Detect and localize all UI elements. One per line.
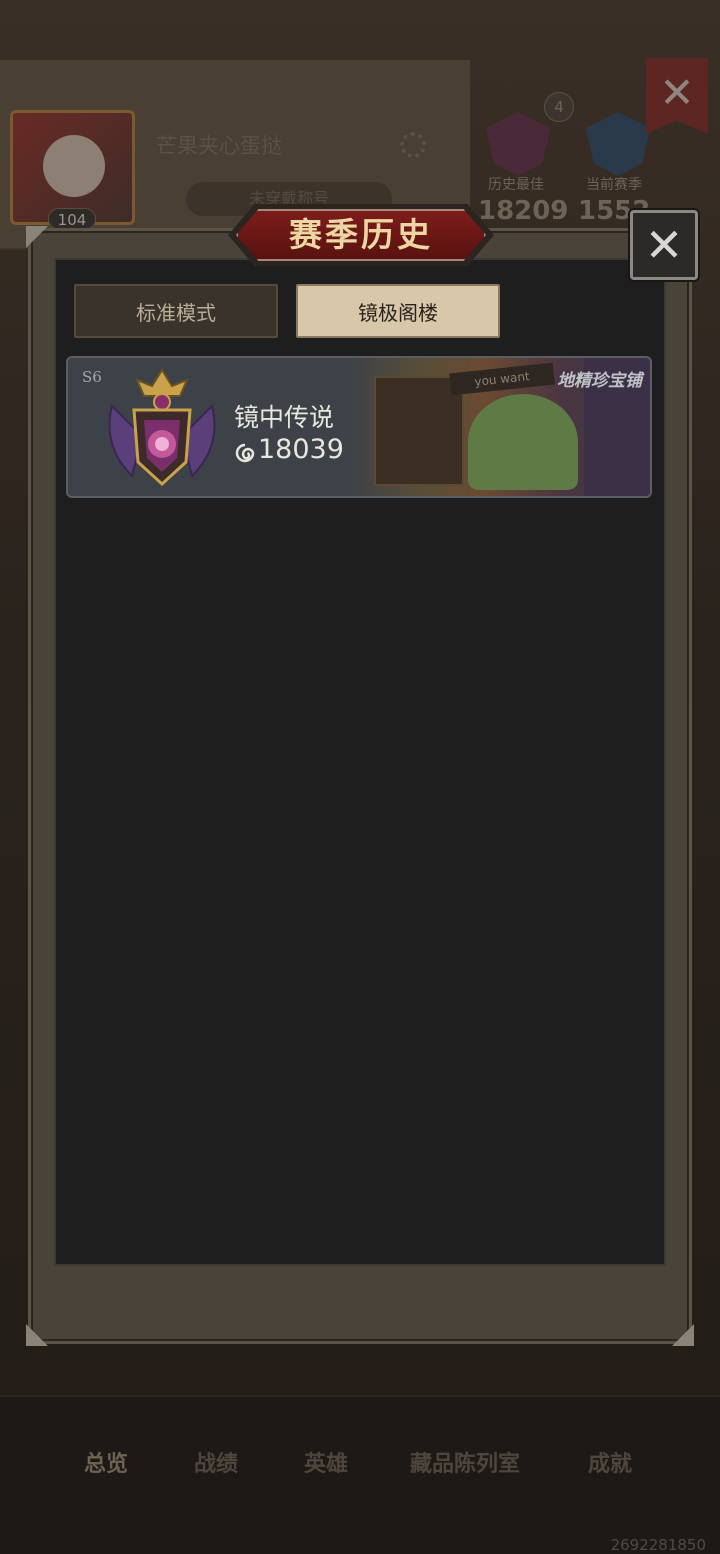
rank-name: 镜中传说 <box>234 403 335 432</box>
tab-overview: 总览 <box>84 1452 129 1477</box>
player-level: 104 <box>48 208 96 230</box>
profile-close-icon: ✕ <box>646 58 708 134</box>
tab-collection: 藏品陈列室 <box>410 1452 521 1477</box>
tab-records: 战绩 <box>194 1452 239 1477</box>
gear-icon <box>400 132 426 158</box>
dialog-title: 赛季历史 <box>289 215 433 254</box>
avatar-face <box>43 135 105 197</box>
best-rank-badge-icon <box>486 112 550 176</box>
best-value: 18209 <box>478 196 569 226</box>
banner-sign: you want <box>449 362 555 396</box>
player-name: 芒果夹心蛋挞 <box>156 134 282 158</box>
season-record-card[interactable]: you want S6 地精珍宝铺 镜中传说 18039 <box>66 356 652 498</box>
tab-achievements: 成就 <box>588 1452 633 1477</box>
mirror-legend-rank-icon <box>108 368 216 487</box>
tab-heroes: 英雄 <box>304 1452 349 1477</box>
banner-goblin-figure <box>468 394 578 490</box>
swirl-score-icon <box>235 443 255 463</box>
tab-mirror-attic[interactable]: 镜极阁楼 <box>296 284 500 338</box>
close-button[interactable]: ✕ <box>630 210 698 280</box>
tab-standard-mode[interactable]: 标准模式 <box>74 284 278 338</box>
close-icon: ✕ <box>644 218 684 272</box>
player-uid: 2692281850 <box>610 1536 706 1554</box>
best-label: 历史最佳 <box>488 177 544 193</box>
badge-count: 4 <box>544 92 574 122</box>
screen: 104 芒果夹心蛋挞 未穿戴称号 4 历史最佳 当前赛季 18209 1552 … <box>0 0 720 1554</box>
current-rank-badge-icon <box>586 112 650 176</box>
season-banner-label: 地精珍宝铺 <box>557 371 642 391</box>
rank-score: 18039 <box>258 434 344 465</box>
current-label: 当前赛季 <box>586 177 642 193</box>
season-tag: S6 <box>82 368 102 386</box>
